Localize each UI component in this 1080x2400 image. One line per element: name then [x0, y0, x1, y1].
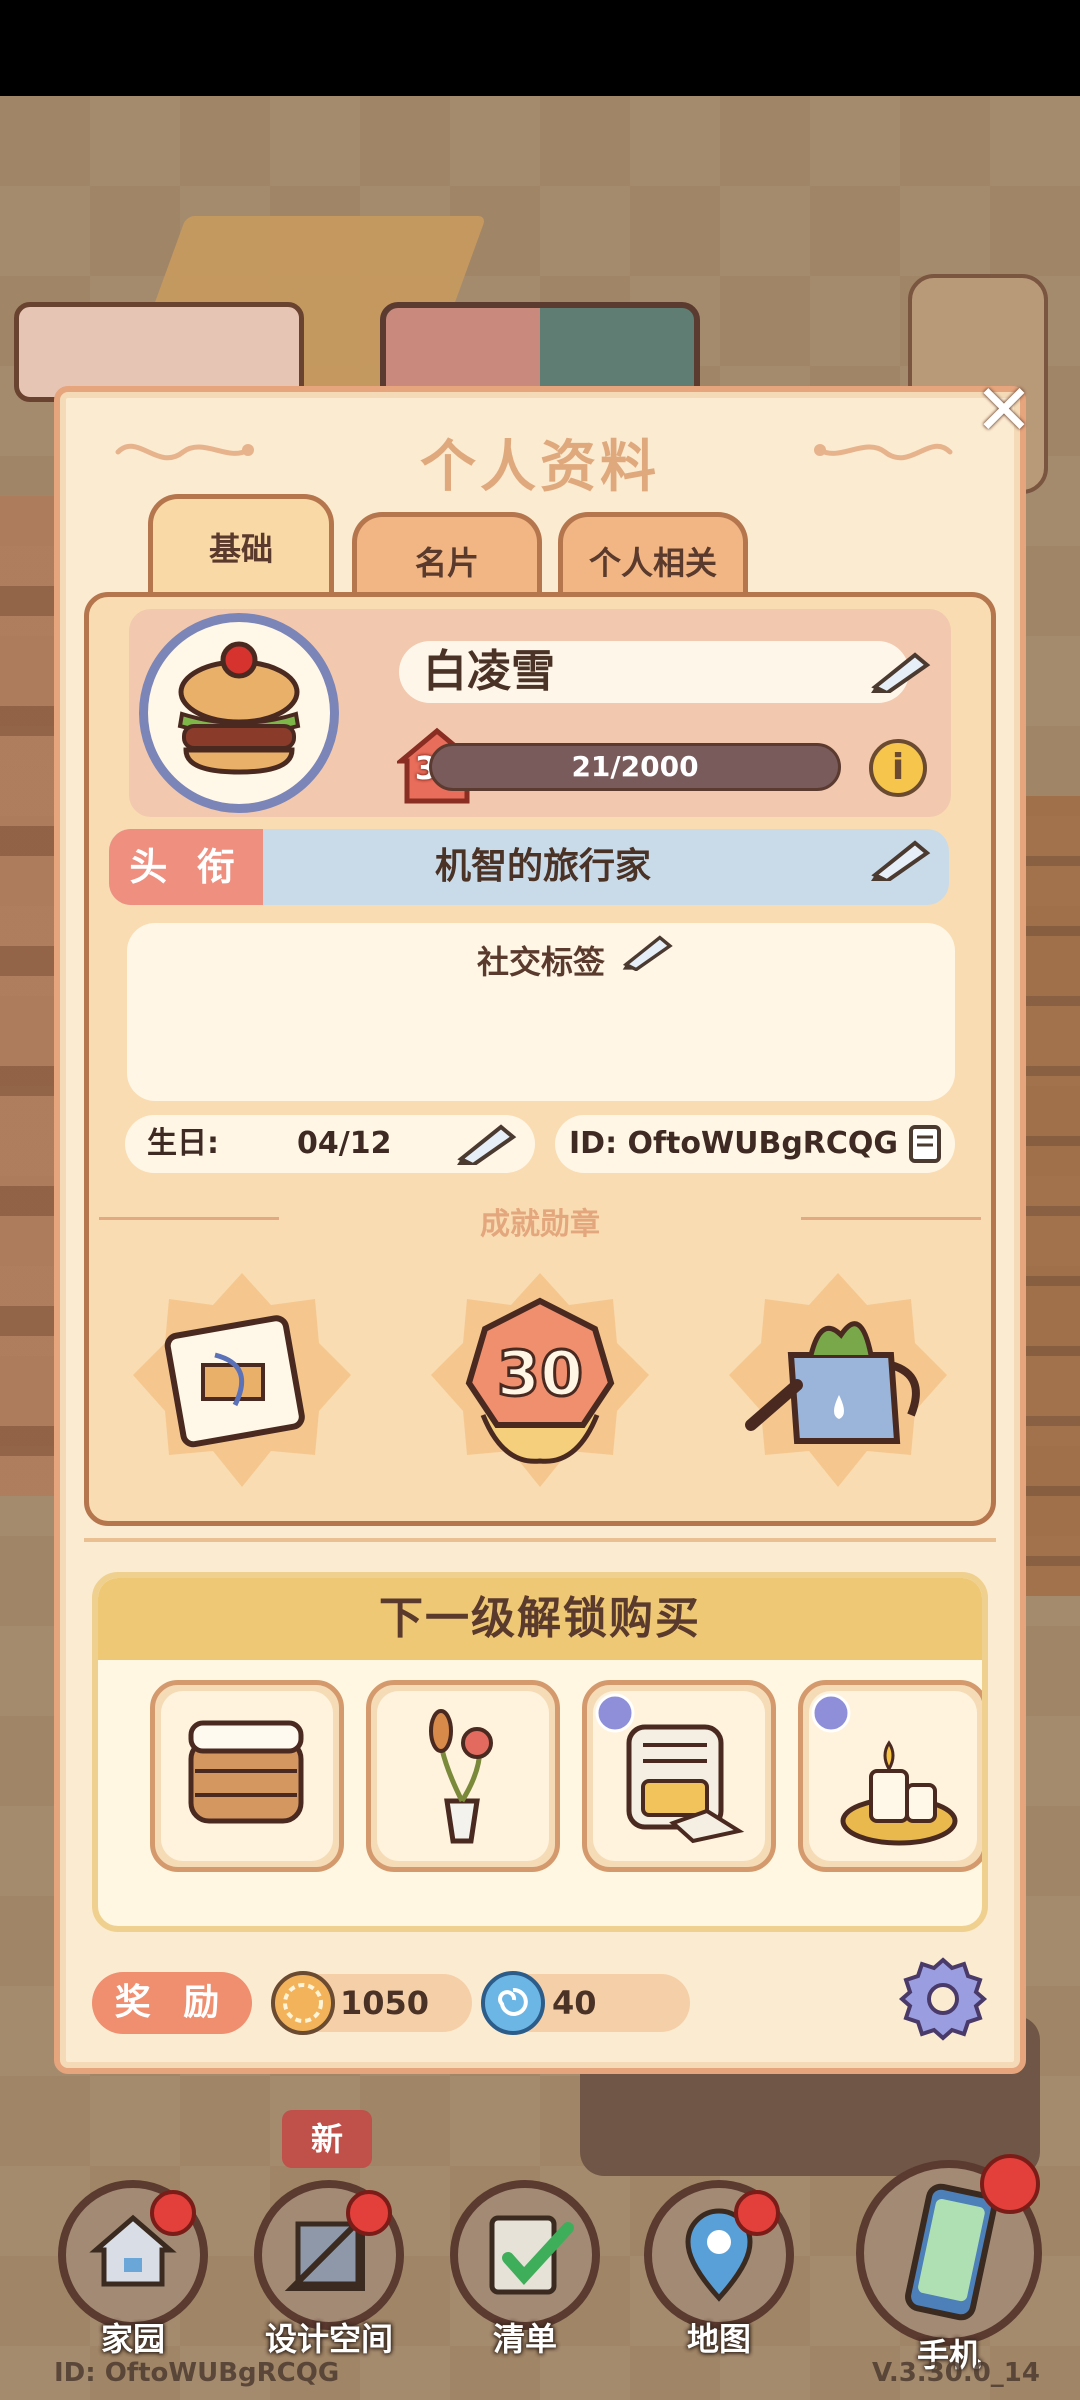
- gear-icon[interactable]: [898, 1954, 988, 2044]
- right-decor: [1020, 796, 1080, 1596]
- swirl-gem-icon: [481, 1971, 545, 2035]
- level-30-badge[interactable]: 30: [423, 1265, 657, 1499]
- gem-amount: 40: [552, 1984, 597, 2022]
- edit-title-icon[interactable]: [869, 837, 933, 881]
- social-tags-box: 社交标签: [127, 923, 955, 1101]
- profile-header: 白凌雪 39 21/2000 i: [129, 609, 951, 817]
- notification-dot: [150, 2190, 196, 2236]
- nav-design-label: 设计空间: [264, 2320, 393, 2358]
- title-label: 头 衔: [109, 829, 263, 905]
- nav-checklist-label: 清单: [492, 2320, 557, 2358]
- new-badge: 新: [282, 2110, 372, 2168]
- close-icon[interactable]: ✕: [972, 375, 1036, 445]
- player-id: ID: OftoWUBgRCQG: [569, 1126, 899, 1161]
- unlock-item[interactable]: [582, 1680, 776, 1872]
- title-row: 头 衔 机智的旅行家: [109, 829, 949, 905]
- coin-icon: [271, 1971, 335, 2035]
- nav-checklist-button[interactable]: [450, 2180, 600, 2330]
- unlock-item[interactable]: [798, 1680, 982, 1872]
- checklist-icon: [489, 2215, 574, 2295]
- rewards-label: 奖 励: [92, 1972, 252, 2034]
- next-level-unlock: 下一级解锁购买: [92, 1572, 988, 1932]
- nav-map-label: 地图: [686, 2320, 751, 2358]
- basic-content: 白凌雪 39 21/2000 i 头 衔 机智的旅行家 社交标签 生日: 04/…: [84, 592, 996, 1526]
- xp-text: 21/2000: [571, 750, 699, 783]
- left-decor: [0, 496, 60, 1496]
- tab-basic[interactable]: 基础: [148, 494, 334, 606]
- scroll-icon[interactable]: [125, 1265, 359, 1499]
- unlock-item[interactable]: [366, 1680, 560, 1872]
- profile-panel: 个人资料 ✕ 基础 名片 个人相关 白凌雪 39 21/2000 i: [54, 375, 1033, 2074]
- tab-card[interactable]: 名片: [352, 512, 542, 604]
- version-text: V.3.30.0_14: [872, 2358, 1040, 2388]
- ornament-right-icon: [810, 432, 960, 472]
- title-value: 机智的旅行家: [434, 846, 651, 887]
- tab-personal[interactable]: 个人相关: [558, 512, 748, 604]
- info-icon[interactable]: i: [869, 739, 927, 797]
- oven-icon: [595, 1693, 745, 1844]
- social-tags-label: 社交标签: [476, 943, 605, 981]
- edit-name-icon[interactable]: [869, 649, 933, 693]
- notification-dot: [980, 2154, 1040, 2214]
- candle-icon: [811, 1693, 958, 1846]
- badge-30-text: 30: [497, 1337, 583, 1410]
- burger-icon: [177, 641, 301, 775]
- copy-icon[interactable]: [907, 1123, 945, 1165]
- player-name: 白凌雪: [399, 641, 909, 703]
- cabinet-icon: [188, 1720, 304, 1824]
- birthday-label: 生日:: [147, 1126, 219, 1161]
- notification-dot: [734, 2190, 780, 2236]
- unlock-item[interactable]: [150, 1680, 344, 1872]
- footer-player-id: ID: OftoWUBgRCQG: [54, 2358, 340, 2388]
- coin-amount: 1050: [340, 1984, 430, 2022]
- flower-vase-icon: [429, 1709, 493, 1844]
- player-id-field: ID: OftoWUBgRCQG: [555, 1115, 955, 1173]
- section-divider: [84, 1538, 996, 1542]
- edit-tags-icon[interactable]: [621, 931, 675, 971]
- edit-birthday-icon[interactable]: [455, 1121, 519, 1165]
- xp-bar: 21/2000: [429, 743, 841, 791]
- birthday-value: 04/12: [297, 1126, 392, 1161]
- divider-right: [801, 1217, 981, 1220]
- nav-home-label: 家园: [100, 2320, 165, 2358]
- unlock-title: 下一级解锁购买: [98, 1578, 982, 1660]
- notification-dot: [346, 2190, 392, 2236]
- birthday-field: 生日: 04/12: [125, 1115, 535, 1173]
- watering-can-icon[interactable]: [721, 1265, 955, 1499]
- avatar[interactable]: [139, 613, 339, 813]
